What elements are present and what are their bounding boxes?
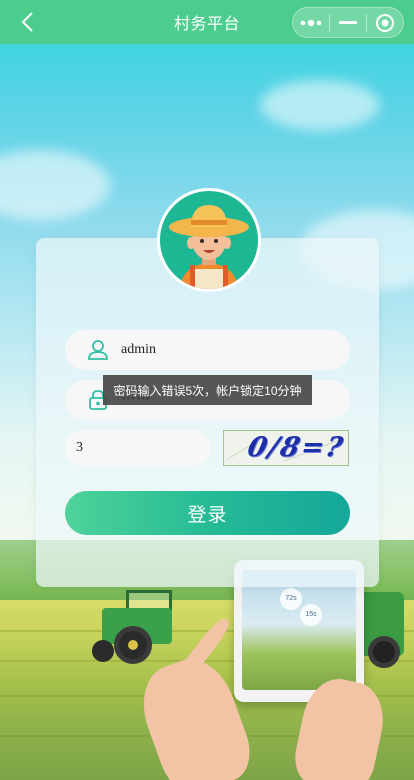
close-miniprogram-button[interactable] (367, 8, 403, 37)
error-toast: 密码输入错误5次，帐户锁定10分钟 (103, 375, 312, 405)
chevron-left-icon (21, 12, 33, 32)
mini-program-capsule (292, 7, 404, 38)
captcha-input-value: 3 (76, 440, 83, 455)
minimize-button[interactable] (330, 8, 366, 37)
tablet-bubble: 15s (300, 604, 322, 626)
captcha-text: 0/8=? (244, 432, 348, 463)
captcha-image[interactable]: 0/8=? (223, 430, 349, 466)
more-button[interactable] (293, 8, 329, 37)
page-title: 村务平台 (173, 16, 240, 33)
target-circle-icon (376, 13, 394, 32)
username-field[interactable]: admin (65, 330, 350, 370)
farmer-avatar (157, 188, 261, 292)
login-button[interactable]: 登录 (65, 491, 350, 535)
user-icon (88, 340, 108, 360)
farmer-avatar-image (169, 205, 249, 289)
more-dots-icon (300, 19, 322, 26)
back-button[interactable] (14, 8, 42, 36)
tablet-bubble: 72s (280, 588, 302, 610)
cloud (260, 80, 380, 130)
nav-bar: 村务平台 (0, 0, 414, 44)
username-value: admin (121, 342, 156, 357)
tractor-illustration (92, 590, 182, 664)
minus-icon (339, 20, 357, 24)
captcha-input[interactable]: 3 (65, 430, 211, 466)
